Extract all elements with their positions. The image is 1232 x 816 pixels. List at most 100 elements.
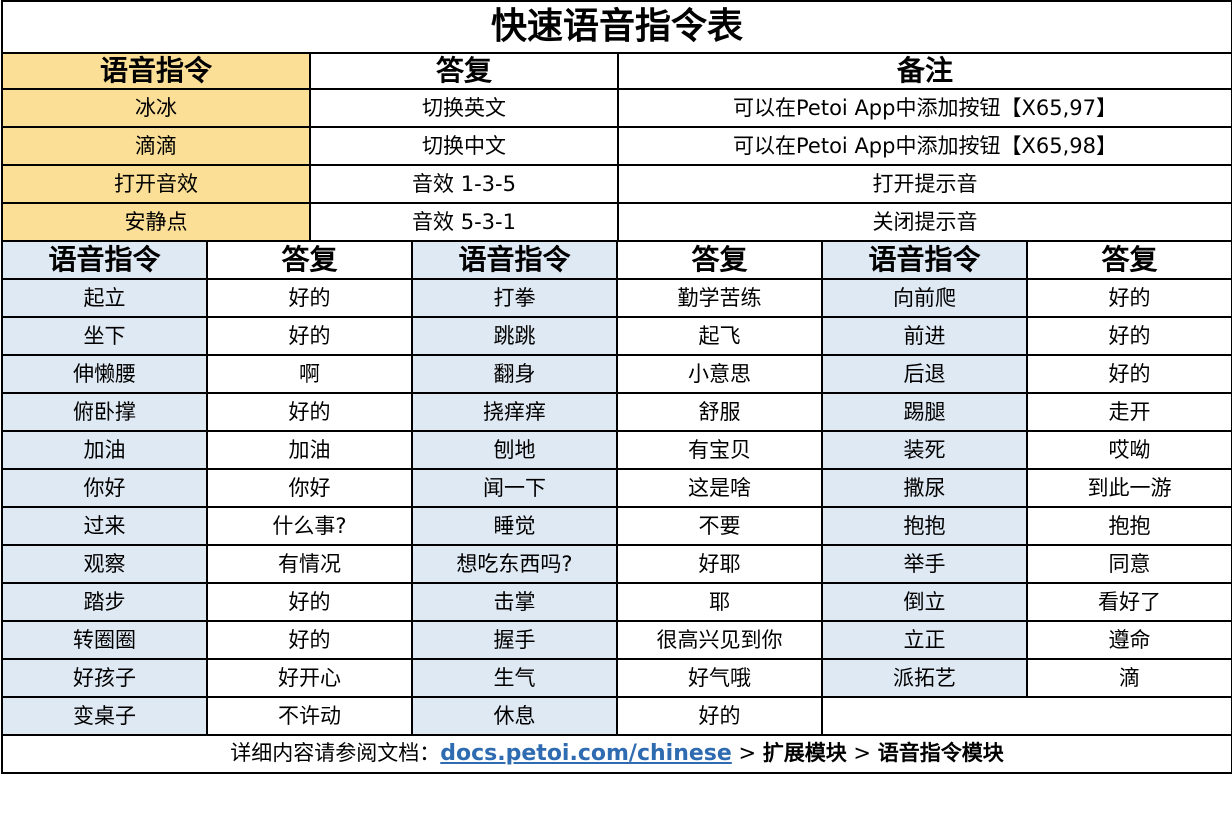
reply-cell: 好气哦 [616,658,823,698]
footer-row: 详细内容请参阅文档：docs.petoi.com/chinese > 扩展模块 … [1,734,1232,774]
top-table-row: 冰冰 切换英文 可以在Petoi App中添加按钮【X65,97】 [1,88,1232,128]
command-cell: 刨地 [411,430,618,470]
command-cell: 举手 [821,544,1028,584]
reply-cell: 遵命 [1026,620,1232,660]
header-reply: 答复 [206,240,413,280]
reply-cell: 好的 [206,278,413,318]
command-cell: 握手 [411,620,618,660]
notes-cell: 可以在Petoi App中添加按钮【X65,98】 [617,126,1232,166]
reply-cell: 好开心 [206,658,413,698]
command-cell: 装死 [821,430,1028,470]
reply-cell: 加油 [206,430,413,470]
command-cell: 转圈圈 [1,620,208,660]
reply-cell: 切换英文 [309,88,619,128]
command-cell: 你好 [1,468,208,508]
reply-cell: 啊 [206,354,413,394]
reply-cell: 这是啥 [616,468,823,508]
table-row: 坐下 好的 跳跳 起飞 前进 好的 [1,316,1232,356]
command-cell: 后退 [821,354,1028,394]
command-cell: 挠痒痒 [411,392,618,432]
top-header-row: 语音指令 答复 备注 [1,52,1232,90]
command-cell: 前进 [821,316,1028,356]
reply-cell: 很高兴见到你 [616,620,823,660]
reply-cell: 勤学苦练 [616,278,823,318]
reply-cell: 好的 [206,392,413,432]
command-cell: 向前爬 [821,278,1028,318]
voice-command-sheet: 快速语音指令表 语音指令 答复 备注 冰冰 切换英文 可以在Petoi App中… [0,0,1232,816]
reply-cell: 起飞 [616,316,823,356]
top-table-row: 安静点 音效 5-3-1 关闭提示音 [1,202,1232,242]
command-cell: 观察 [1,544,208,584]
command-cell: 踏步 [1,582,208,622]
reply-cell: 有情况 [206,544,413,584]
header-notes: 备注 [617,52,1232,90]
table-row: 好孩子 好开心 生气 好气哦 派拓艺滴 [1,658,1232,698]
table-row: 过来 什么事? 睡觉 不要 抱抱 抱抱 [1,506,1232,546]
command-cell: 打开音效 [1,164,311,204]
table-row: 变桌子 不许动 休息 好的 [1,696,1232,736]
header-reply: 答复 [309,52,619,90]
bottom-command-table: 语音指令 答复 语音指令 答复 语音指令 答复 起立 好的 打拳 勤学苦练 向前爬 好的坐… [1,240,1232,774]
docs-link[interactable]: docs.petoi.com/chinese [440,741,732,766]
header-voice-command: 语音指令 [1,52,311,90]
reply-cell: 不要 [616,506,823,546]
table-row: 伸懒腰啊翻身 小意思 后退 好的 [1,354,1232,394]
table-row: 观察 有情况 想吃东西吗? 好耶 举手 同意 [1,544,1232,584]
command-cell: 好孩子 [1,658,208,698]
command-cell: 立正 [821,620,1028,660]
reply-cell: 好的 [1026,354,1232,394]
page-title: 快速语音指令表 [1,0,1232,54]
command-cell: 跳跳 [411,316,618,356]
footer-separator: > [846,741,878,765]
header-reply: 答复 [616,240,823,280]
command-cell: 起立 [1,278,208,318]
command-cell: 加油 [1,430,208,470]
command-cell: 变桌子 [1,696,208,736]
command-cell: 过来 [1,506,208,546]
bottom-header-row: 语音指令 答复 语音指令 答复 语音指令 答复 [1,240,1232,280]
reply-cell: 切换中文 [309,126,619,166]
top-table-row: 打开音效 音效 1-3-5 打开提示音 [1,164,1232,204]
command-cell: 休息 [411,696,618,736]
breadcrumb-extension-modules: 扩展模块 [762,741,847,765]
reply-cell: 滴 [1026,658,1232,698]
table-row: 加油 加油 刨地 有宝贝 装死 哎呦 [1,430,1232,470]
reply-cell: 看好了 [1026,582,1232,622]
reply-cell: 耶 [616,582,823,622]
reply-cell: 你好 [206,468,413,508]
header-voice-command: 语音指令 [821,240,1028,280]
reply-cell: 走开 [1026,392,1232,432]
reply-cell: 好的 [1026,278,1232,318]
title-row: 快速语音指令表 [1,0,1232,54]
command-cell: 冰冰 [1,88,311,128]
reply-cell: 音效 5-3-1 [309,202,619,242]
footer-separator: > [731,741,763,765]
reply-cell: 不许动 [206,696,413,736]
empty-cell [821,696,1232,736]
reply-cell: 好的 [616,696,823,736]
table-row: 转圈圈 好的 握手 很高兴见到你 立正 遵命 [1,620,1232,660]
footer-prefix: 详细内容请参阅文档： [230,741,441,765]
header-voice-command: 语音指令 [1,240,208,280]
reply-cell: 舒服 [616,392,823,432]
notes-cell: 关闭提示音 [617,202,1232,242]
reply-cell: 小意思 [616,354,823,394]
breadcrumb-voice-module: 语音指令模块 [877,741,1004,765]
command-cell: 俯卧撑 [1,392,208,432]
command-cell: 闻一下 [411,468,618,508]
table-row: 俯卧撑 好的 挠痒痒 舒服 踢腿 走开 [1,392,1232,432]
notes-cell: 打开提示音 [617,164,1232,204]
reply-cell: 好耶 [616,544,823,584]
notes-cell: 可以在Petoi App中添加按钮【X65,97】 [617,88,1232,128]
header-reply: 答复 [1026,240,1232,280]
reply-cell: 好的 [206,620,413,660]
reply-cell: 抱抱 [1026,506,1232,546]
reply-cell: 什么事? [206,506,413,546]
command-cell: 想吃东西吗? [411,544,618,584]
command-cell: 打拳 [411,278,618,318]
reply-cell: 有宝贝 [616,430,823,470]
command-cell: 抱抱 [821,506,1028,546]
command-cell: 击掌 [411,582,618,622]
command-cell: 翻身 [411,354,618,394]
footer: 详细内容请参阅文档：docs.petoi.com/chinese > 扩展模块 … [1,734,1232,774]
